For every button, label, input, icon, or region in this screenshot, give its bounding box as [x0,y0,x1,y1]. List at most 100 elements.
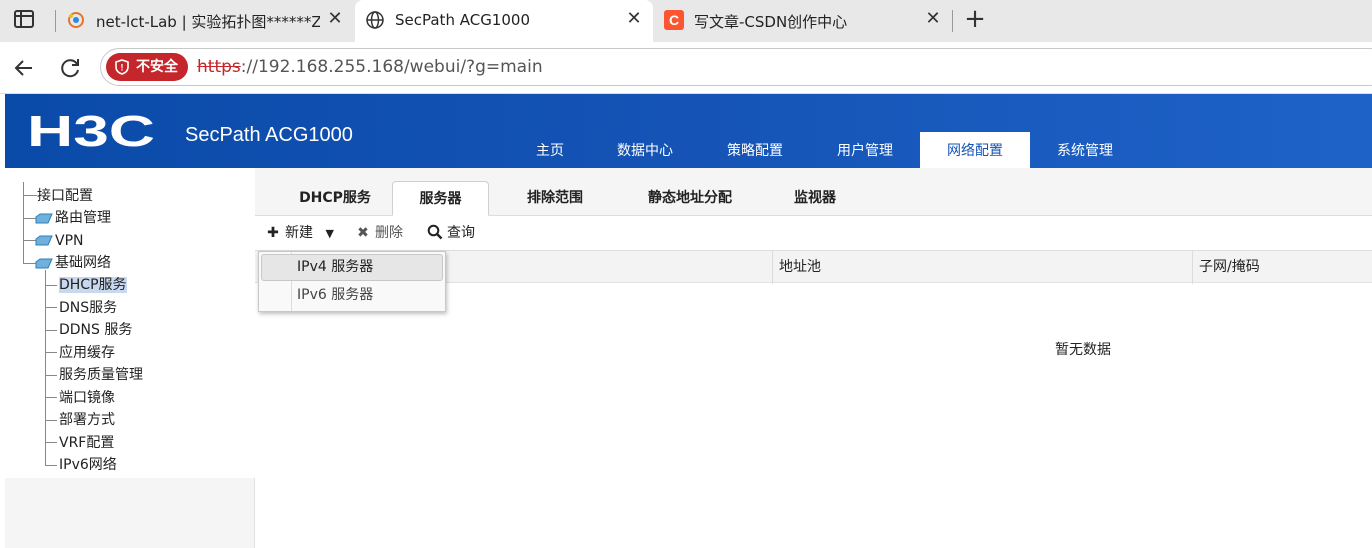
tree-item-qos[interactable]: 服务质量管理 [59,364,143,386]
tree-line [45,270,46,465]
topnav-data-center[interactable]: 数据中心 [590,132,700,168]
column-header-pool[interactable]: 地址池 [772,251,1192,284]
tree-item-label: DDNS 服务 [59,322,133,338]
query-label: 查询 [447,225,475,241]
new-label: 新建 [285,225,313,241]
tree-item-ddns-service[interactable]: DDNS 服务 [59,319,132,341]
tree-line [45,420,57,421]
topnav-user-mgmt[interactable]: 用户管理 [810,132,920,168]
tree-item-basic-network[interactable]: 基础网络 [55,252,111,274]
tab-title: SecPath ACG1000 [395,11,530,29]
close-icon[interactable]: ✕ [324,8,346,30]
browser-tab-csdn[interactable]: C 写文章-CSDN创作中心 ✕ [654,0,952,42]
topnav-network-config[interactable]: 网络配置 [920,132,1030,168]
tree-item-label: DNS服务 [59,300,118,316]
tree-item-label: 部署方式 [59,412,115,428]
sub-tabs: DHCP服务 服务器 排除范围 静态地址分配 监视器 [255,168,1372,216]
tree-item-label: 服务质量管理 [59,367,143,383]
tree-item-interface-config[interactable]: 接口配置 [37,185,93,207]
tree-item-ipv6-network[interactable]: IPv6网络 [59,454,117,476]
tree-item-label: DHCP服务 [59,277,127,293]
tab-actions-icon[interactable] [14,10,34,28]
globe-icon [366,11,384,29]
tab-monitor[interactable]: 监视器 [775,181,855,216]
plus-icon: ✚ [267,225,279,241]
caret-down-icon[interactable]: ▼ [325,227,333,240]
new-button[interactable]: ✚ 新建 ▼ [265,222,334,244]
warning-shield-icon: ! [115,59,129,75]
tab-exclude-range[interactable]: 排除范围 [505,181,605,216]
tree-line [45,465,57,466]
tree-line [45,375,57,376]
delete-label: 删除 [375,225,403,241]
tree-item-vrf-config[interactable]: VRF配置 [59,432,114,454]
tree-line [45,285,57,286]
h3c-logo: H3C [27,110,155,150]
url-text: https://192.168.255.168/webui/?g=main [197,57,543,77]
tree-line [23,195,37,196]
url-path: ://192.168.255.168/webui/?g=main [240,57,543,77]
tree-item-label: 接口配置 [37,188,93,204]
toolbar: ✚ 新建 ▼ ✖ 删除 查询 [255,216,1372,250]
csdn-favicon-icon: C [664,10,684,30]
reload-icon[interactable] [56,54,84,82]
folder-icon [35,213,53,224]
tree-item-label: VRF配置 [59,435,115,451]
insecure-label: 不安全 [136,59,178,75]
new-tab-plus-icon[interactable]: + [962,6,988,33]
left-nav-panel: 接口配置 路由管理 VPN 基础网络 DHCP服务 DNS服务 DDNS 服务 [5,168,255,548]
tree-line [45,442,57,443]
browser-tab-secpath[interactable]: SecPath ACG1000 ✕ [355,0,653,42]
query-button[interactable]: 查询 [427,222,475,244]
netlab-favicon-icon [68,12,84,28]
app-header: H3C SecPath ACG1000 主页 数据中心 策略配置 用户管理 网络… [5,94,1372,168]
search-icon [427,222,443,244]
tree-item-label: 基础网络 [55,255,111,271]
browser-tab-netlab[interactable]: net-lct-Lab | 实验拓扑图******Zhy ✕ [56,0,354,42]
tree-item-route-mgmt[interactable]: 路由管理 [55,207,111,229]
tree-line [45,330,57,331]
svg-text:C: C [669,12,679,28]
tree-item-vpn[interactable]: VPN [55,230,84,252]
close-icon[interactable]: ✕ [623,8,645,30]
back-arrow-icon[interactable] [10,54,38,82]
tree-item-label: 路由管理 [55,210,111,226]
address-bar: ! 不安全 https://192.168.255.168/webui/?g=m… [0,42,1372,94]
tree-item-dhcp-service[interactable]: DHCP服务 [59,274,127,296]
tree-line [45,397,57,398]
column-header-subnet-mask[interactable]: 子网/掩码 [1192,251,1372,284]
top-nav: 主页 数据中心 策略配置 用户管理 网络配置 系统管理 [510,132,1140,168]
browser-tab-bar: net-lct-Lab | 实验拓扑图******Zhy ✕ SecPath A… [0,0,1372,42]
tree-item-port-mirror[interactable]: 端口镜像 [59,387,115,409]
tab-static-binding[interactable]: 静态地址分配 [625,181,755,216]
tree-item-label: IPv6网络 [59,457,117,473]
tree-item-label: 应用缓存 [59,345,115,361]
tab-dhcp-service[interactable]: DHCP服务 [275,181,395,216]
insecure-badge[interactable]: ! 不安全 [106,53,188,81]
menu-item-ipv4-server[interactable]: IPv4 服务器 [261,254,443,281]
svg-text:!: ! [121,63,124,73]
close-icon[interactable]: ✕ [922,8,944,30]
menu-item-ipv6-server[interactable]: IPv6 服务器 [261,282,443,309]
topnav-home[interactable]: 主页 [510,132,590,168]
product-name: SecPath ACG1000 [185,124,353,146]
tab-server[interactable]: 服务器 [392,181,489,216]
url-field[interactable]: ! 不安全 https://192.168.255.168/webui/?g=m… [100,48,1372,86]
tree-line [45,307,57,308]
tab-separator [952,10,953,32]
tree-line [45,352,57,353]
url-protocol: https [197,57,241,77]
topnav-policy-config[interactable]: 策略配置 [700,132,810,168]
logo-text: H3C [27,110,155,150]
tab-title: net-lct-Lab | 实验拓扑图******Zhy [96,13,320,31]
tab-title: 写文章-CSDN创作中心 [694,13,848,31]
folder-icon [35,235,53,246]
tree-item-label: VPN [55,233,84,249]
topnav-system-mgmt[interactable]: 系统管理 [1030,132,1140,168]
new-dropdown-menu: IPv4 服务器 IPv6 服务器 [258,251,446,312]
delete-button[interactable]: ✖ 删除 [355,222,403,244]
nav-tree: 接口配置 路由管理 VPN 基础网络 DHCP服务 DNS服务 DDNS 服务 [5,168,255,478]
tree-item-app-cache[interactable]: 应用缓存 [59,342,115,364]
tree-item-deploy-mode[interactable]: 部署方式 [59,409,115,431]
tree-item-dns-service[interactable]: DNS服务 [59,297,117,319]
